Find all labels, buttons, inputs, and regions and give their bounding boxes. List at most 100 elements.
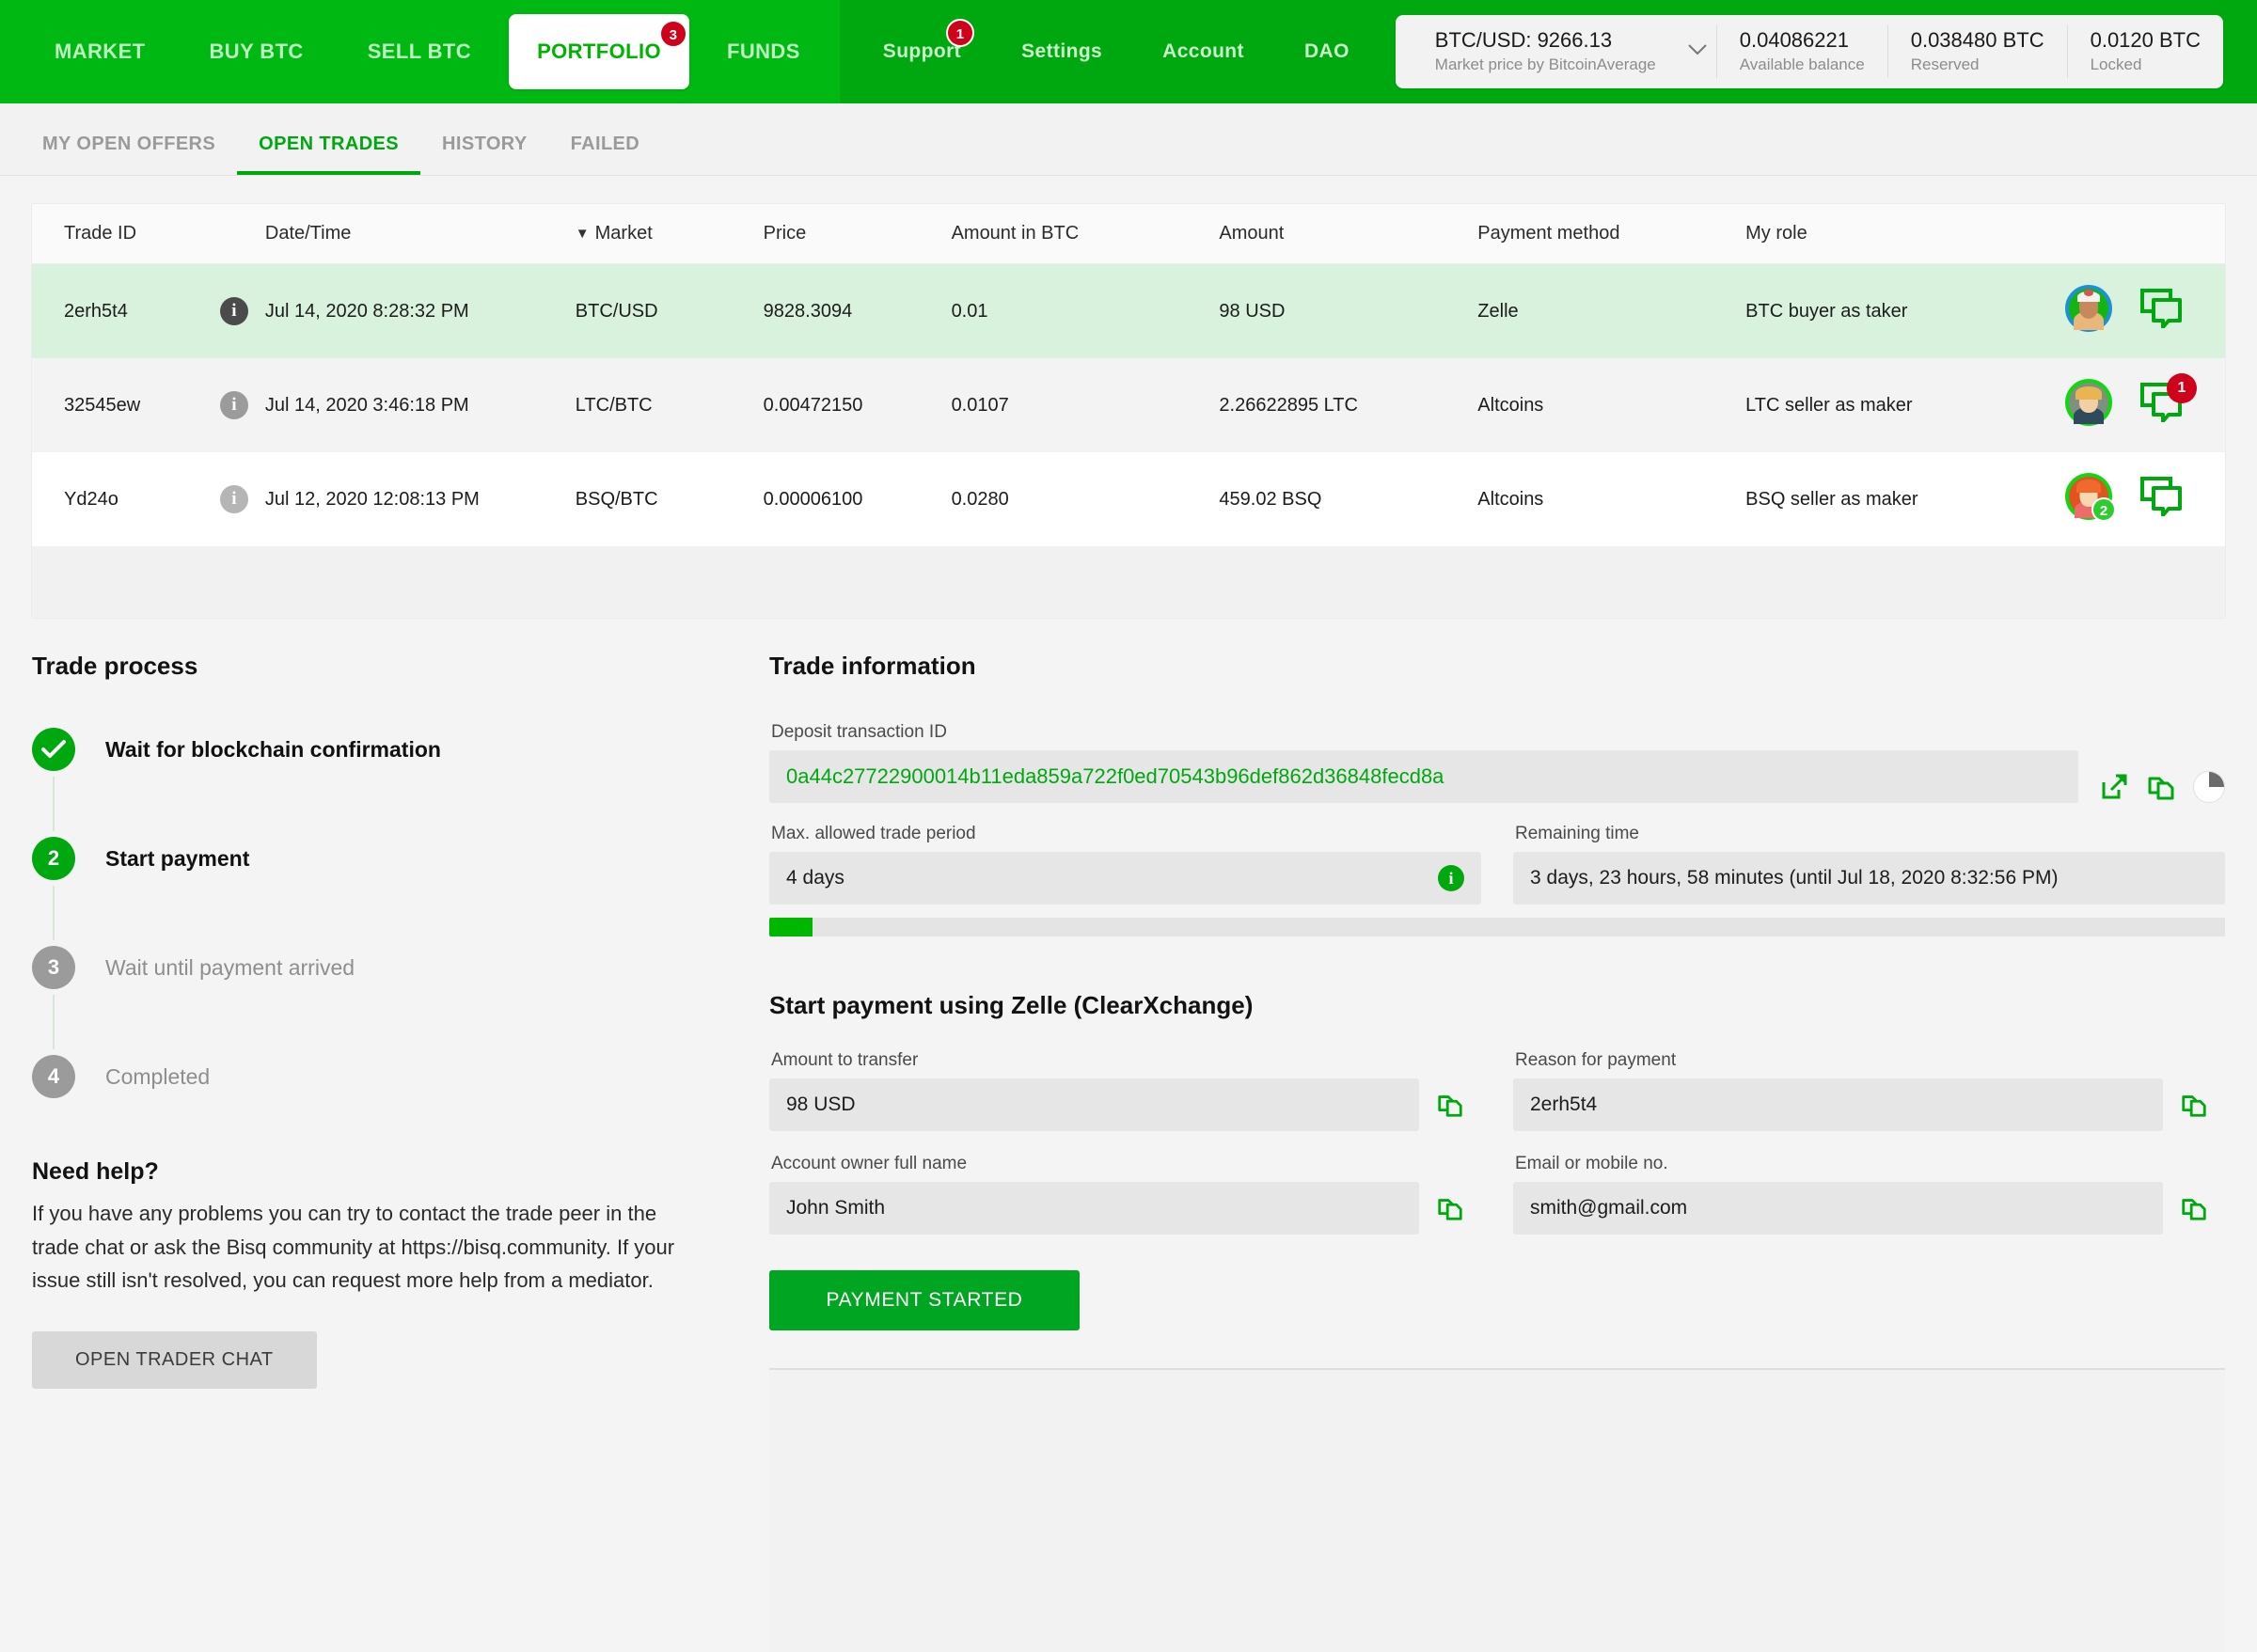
account-owner-label: Account owner full name [771, 1154, 968, 1173]
cell-info: i [219, 452, 265, 546]
copy-icon[interactable] [2180, 1194, 2208, 1222]
chat-icon[interactable] [2139, 477, 2184, 522]
need-help-section: Need help? If you have any problems you … [32, 1158, 718, 1389]
nav-item-dao[interactable]: DAO [1274, 0, 1380, 103]
table-row[interactable]: 32545ew i Jul 14, 2020 3:46:18 PM LTC/BT… [32, 358, 2225, 452]
tab-my-open-offers[interactable]: MY OPEN OFFERS [21, 134, 237, 175]
cell-amount-in-btc: 0.01 [951, 263, 1220, 358]
copy-icon[interactable] [1436, 1091, 1464, 1119]
cell-payment-method: Altcoins [1477, 452, 1746, 546]
tab-history[interactable]: HISTORY [420, 134, 549, 175]
remaining-time-label: Remaining time [1515, 824, 1639, 843]
copy-icon[interactable] [2180, 1091, 2208, 1119]
deposit-tx-row: 0a44c27722900014b11eda859a722f0ed70543b9… [769, 750, 2225, 803]
nav-item-market[interactable]: MARKET [23, 0, 178, 103]
amount-to-transfer-value[interactable]: 98 USD [769, 1078, 1419, 1131]
deposit-transaction-group: Deposit transaction ID 0a44c27722900014b… [769, 722, 2225, 803]
col-amount[interactable]: Amount [1219, 204, 1478, 264]
account-owner-value[interactable]: John Smith [769, 1182, 1419, 1235]
nav-item-portfolio-label: PORTFOLIO [537, 39, 661, 63]
reserved-balance-label: Reserved [1910, 55, 1980, 74]
nav-item-funds[interactable]: FUNDS [695, 0, 832, 103]
cell-amount: 459.02 BSQ [1219, 452, 1478, 546]
primary-nav-group: MARKET BUY BTC SELL BTC PORTFOLIO 3 FUND… [0, 0, 840, 103]
trade-process-title: Trade process [32, 652, 198, 680]
payment-col-right: Reason for payment 2erh5t4 Email or mobi… [1513, 1050, 2225, 1235]
market-price-cell[interactable]: BTC/USD: 9266.13 Market price by Bitcoin… [1413, 25, 1679, 78]
locked-balance-label: Locked [2090, 55, 2142, 74]
info-icon[interactable]: i [219, 297, 248, 325]
step-connector-3 [53, 995, 718, 1049]
col-market[interactable]: ▼ Market [575, 204, 764, 264]
avatar[interactable] [2064, 379, 2112, 426]
cell-trade-id: Yd24o [32, 452, 220, 546]
pie-progress-icon[interactable] [2193, 771, 2225, 803]
avatar[interactable]: 2 [2064, 473, 2116, 522]
cell-trade-id: 2erh5t4 [32, 263, 220, 358]
cell-payment-method: Zelle [1477, 263, 1746, 358]
external-link-icon[interactable] [2099, 772, 2129, 802]
payment-col-left: Amount to transfer 98 USD Account owner … [769, 1050, 1481, 1235]
table-row[interactable]: Yd24o i Jul 12, 2020 12:08:13 PM BSQ/BTC… [32, 452, 2225, 546]
nav-item-support[interactable]: Support 1 [853, 0, 991, 103]
cell-amount: 98 USD [1219, 263, 1478, 358]
detail-panes: Trade process Wait for blockchain confir… [0, 618, 2257, 1652]
available-balance-value: 0.04086221 [1739, 27, 1849, 52]
cell-my-role: BTC buyer as taker [1745, 263, 2065, 358]
cell-avatar: 2 [2064, 452, 2140, 546]
max-trade-period-group: Max. allowed trade period 4 days i [769, 824, 1481, 905]
open-trades-table: Trade ID Date/Time ▼ Market Price Amount … [32, 204, 2225, 618]
nav-item-account[interactable]: Account [1132, 0, 1274, 103]
step-3: 3 Wait until payment arrived [32, 940, 718, 995]
payment-started-button[interactable]: PAYMENT STARTED [769, 1270, 1080, 1330]
col-date-time[interactable]: Date/Time [264, 204, 576, 264]
table-row[interactable]: 2erh5t4 i Jul 14, 2020 8:28:32 PM BTC/US… [32, 263, 2225, 358]
reason-for-payment-value[interactable]: 2erh5t4 [1513, 1078, 2163, 1131]
support-badge: 1 [946, 19, 975, 47]
tab-failed[interactable]: FAILED [549, 134, 662, 175]
empty-bottom-panel [769, 1370, 2225, 1652]
amount-to-transfer-label: Amount to transfer [771, 1050, 919, 1070]
info-icon[interactable]: i [1438, 865, 1464, 891]
copy-icon[interactable] [1436, 1194, 1464, 1222]
step-4-number: 4 [32, 1055, 75, 1098]
balance-panel: BTC/USD: 9266.13 Market price by Bitcoin… [1395, 15, 2223, 88]
email-or-mobile-value[interactable]: smith@gmail.com [1513, 1182, 2163, 1235]
cell-date-time: Jul 14, 2020 3:46:18 PM [264, 358, 576, 452]
deposit-tx-value[interactable]: 0a44c27722900014b11eda859a722f0ed70543b9… [769, 750, 2078, 803]
cell-info: i [219, 358, 265, 452]
col-trade-id[interactable]: Trade ID [32, 204, 220, 264]
col-payment-method[interactable]: Payment method [1477, 204, 1746, 264]
nav-item-settings[interactable]: Settings [991, 0, 1132, 103]
cell-amount: 2.26622895 LTC [1219, 358, 1478, 452]
info-icon[interactable]: i [219, 391, 248, 419]
col-my-role[interactable]: My role [1745, 204, 2065, 264]
col-price[interactable]: Price [763, 204, 952, 264]
step-2-label: Start payment [105, 845, 250, 871]
start-payment-title: Start payment using Zelle (ClearXchange) [769, 991, 1254, 1019]
col-amount-in-btc[interactable]: Amount in BTC [951, 204, 1220, 264]
tab-open-trades[interactable]: OPEN TRADES [237, 134, 421, 175]
payment-fields-grid: Amount to transfer 98 USD Account owner … [769, 1050, 2225, 1235]
cell-amount-in-btc: 0.0107 [951, 358, 1220, 452]
copy-icon[interactable] [2146, 772, 2176, 802]
chat-icon[interactable] [2139, 289, 2184, 334]
nav-item-sell-btc[interactable]: SELL BTC [336, 0, 503, 103]
nav-item-portfolio[interactable]: PORTFOLIO 3 [509, 14, 689, 89]
need-help-title: Need help? [32, 1158, 159, 1185]
info-icon[interactable]: i [219, 485, 248, 513]
portfolio-badge: 3 [659, 20, 687, 48]
nav-item-buy-btc[interactable]: BUY BTC [178, 0, 336, 103]
chat-icon[interactable]: 1 [2139, 373, 2197, 428]
max-trade-period-label: Max. allowed trade period [771, 824, 976, 843]
chevron-down-icon[interactable] [1679, 41, 1716, 62]
trade-information-title: Trade information [769, 652, 976, 680]
avatar[interactable] [2064, 285, 2112, 332]
cell-chat: 1 [2139, 358, 2225, 452]
open-trader-chat-button[interactable]: OPEN TRADER CHAT [32, 1330, 317, 1389]
col-chat-spacer [2139, 204, 2225, 264]
available-balance-label: Available balance [1739, 55, 1865, 74]
locked-balance-value: 0.0120 BTC [2090, 27, 2201, 52]
cell-date-time: Jul 14, 2020 8:28:32 PM [264, 263, 576, 358]
cell-price: 0.00006100 [763, 452, 952, 546]
